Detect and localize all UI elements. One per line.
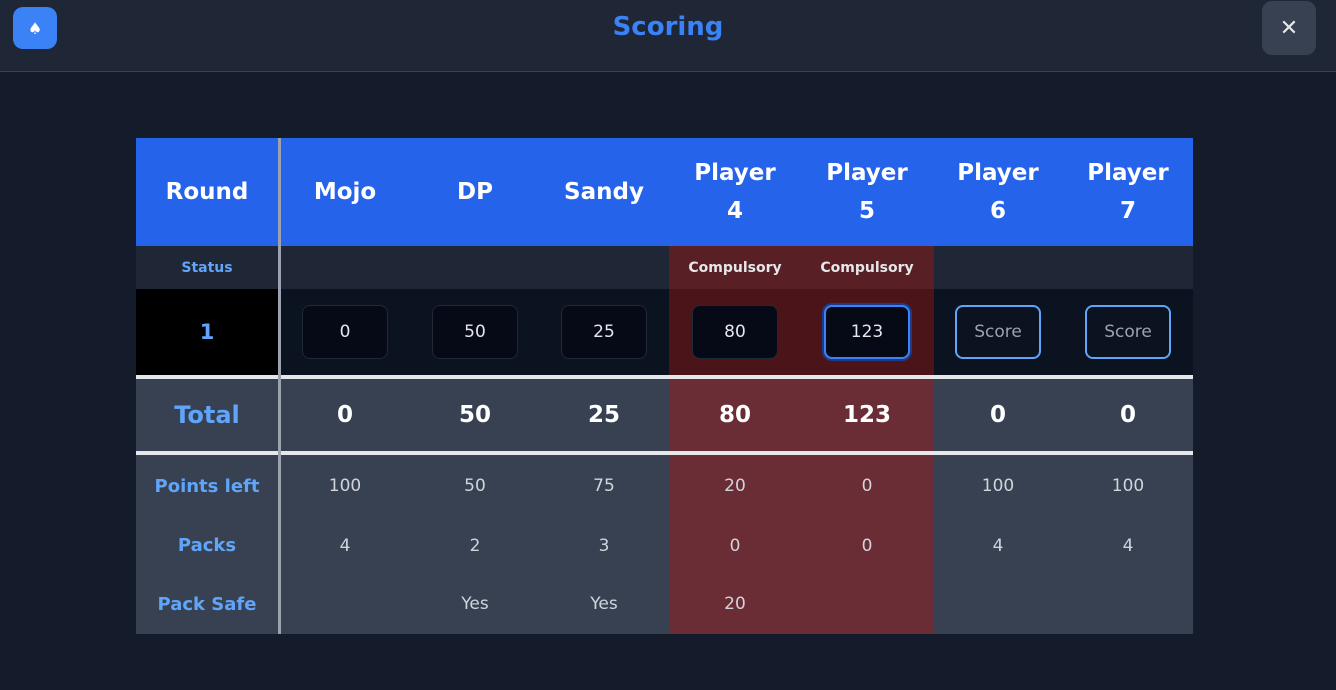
status-badge: Compulsory: [688, 259, 782, 276]
pack-safe-value: [280, 574, 410, 634]
round-number: 1: [199, 320, 215, 344]
top-bar: ♠ Scoring ✕: [0, 0, 1336, 72]
points-left-value: 20: [724, 476, 746, 496]
status-badge: [539, 246, 669, 289]
packs-value: 0: [729, 535, 741, 556]
total-value: 80: [718, 402, 751, 428]
packs-value: 4: [992, 535, 1004, 556]
player-name: DP: [457, 179, 493, 205]
close-button[interactable]: ✕: [1262, 1, 1316, 55]
status-badge: [933, 246, 1063, 289]
score-input[interactable]: Score: [1085, 305, 1171, 359]
status-badge: Compulsory: [820, 259, 914, 276]
player-header: Player 5: [802, 138, 932, 246]
status-row: Status Compulsory Compulsory: [136, 246, 1193, 289]
packs-value: 3: [598, 535, 610, 556]
round-row: 1 0 50 25 80 123 Score Score: [136, 289, 1193, 375]
scoring-table: Round Mojo DP Sandy Player 4 Player 5 Player 6 Pl…: [136, 138, 1193, 634]
score-input[interactable]: 123: [824, 305, 910, 359]
player-name: Player: [1087, 160, 1169, 186]
status-label: Status: [181, 259, 233, 276]
points-left-value: 100: [328, 476, 362, 496]
packs-value: 4: [1122, 535, 1134, 556]
total-value: 25: [587, 402, 620, 428]
points-left-value: 0: [861, 476, 873, 496]
player-header: Player 4: [670, 138, 800, 246]
total-value: 0: [989, 402, 1006, 428]
score-input[interactable]: 25: [561, 305, 647, 359]
player-number: 4: [726, 198, 743, 224]
player-name: Mojo: [313, 179, 377, 205]
score-input[interactable]: 0: [302, 305, 388, 359]
packs-value: 4: [339, 535, 351, 556]
pack-safe-value: 20: [724, 594, 746, 614]
player-header: DP: [410, 138, 540, 246]
points-left-value: 50: [464, 476, 486, 496]
player-number: 6: [989, 198, 1006, 224]
close-icon: ✕: [1279, 15, 1299, 41]
player-name: Player: [957, 160, 1039, 186]
player-header: Sandy: [539, 138, 669, 246]
player-number: 7: [1119, 198, 1136, 224]
points-left-value: 100: [1111, 476, 1145, 496]
player-number: 5: [858, 198, 875, 224]
player-header: Player 7: [1063, 138, 1193, 246]
points-left-value: 100: [981, 476, 1015, 496]
pack-safe-value: [933, 574, 1063, 634]
pack-safe-value: Yes: [590, 594, 618, 614]
page-title: Scoring: [612, 12, 724, 42]
pack-safe-value: [802, 574, 932, 634]
pack-safe-value: [1063, 574, 1193, 634]
player-header: Player 6: [933, 138, 1063, 246]
total-value: 50: [458, 402, 491, 428]
round-header: Round: [165, 179, 249, 205]
points-left-label: Points left: [154, 475, 260, 497]
packs-value: 2: [469, 535, 481, 556]
header-row: Round Mojo DP Sandy Player 4 Player 5 Player 6 Pl…: [136, 138, 1193, 246]
status-badge: [280, 246, 410, 289]
pack-safe-label: Pack Safe: [157, 593, 257, 615]
player-header: Mojo: [280, 138, 410, 246]
player-name: Player: [694, 160, 776, 186]
score-input[interactable]: Score: [955, 305, 1041, 359]
score-input[interactable]: 80: [692, 305, 778, 359]
packs-value: 0: [861, 535, 873, 556]
player-name: Player: [826, 160, 908, 186]
status-badge: [410, 246, 540, 289]
total-value: 0: [336, 402, 353, 428]
points-left-value: 75: [593, 476, 615, 496]
total-label: Total: [174, 401, 240, 429]
total-value: 123: [842, 402, 891, 428]
total-value: 0: [1119, 402, 1136, 428]
packs-label: Packs: [177, 535, 237, 556]
pack-safe-value: Yes: [461, 594, 489, 614]
status-badge: [1063, 246, 1193, 289]
column-divider: [278, 138, 281, 634]
player-name: Sandy: [564, 179, 644, 205]
score-input[interactable]: 50: [432, 305, 518, 359]
